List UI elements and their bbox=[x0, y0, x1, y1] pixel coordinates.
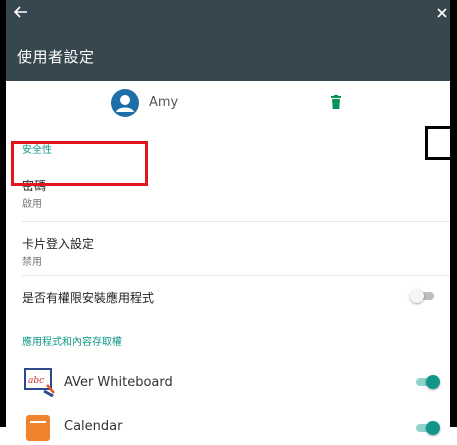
annotation-square bbox=[425, 126, 450, 160]
svg-text:abc: abc bbox=[28, 376, 44, 386]
divider bbox=[22, 275, 450, 276]
calendar-toggle[interactable] bbox=[414, 421, 440, 435]
close-icon[interactable] bbox=[437, 8, 447, 18]
right-frame-edge bbox=[450, 0, 457, 427]
app-bar: 使用者設定 bbox=[6, 0, 450, 81]
install-permission-title: 是否有權限安裝應用程式 bbox=[22, 291, 155, 305]
toggle-thumb bbox=[410, 289, 424, 303]
app-row-aver-whiteboard[interactable]: abc AVer Whiteboard bbox=[6, 365, 450, 401]
card-login-status: 禁用 bbox=[22, 257, 42, 268]
section-header-apps: 應用程式和內容存取權 bbox=[22, 337, 122, 348]
toggle-thumb bbox=[426, 375, 440, 389]
arrow-back-icon[interactable] bbox=[14, 6, 28, 18]
settings-content: Amy 安全性 密碼 啟用 卡片登入設定 禁用 是否有權限安裝應用程式 應用程式… bbox=[6, 81, 450, 441]
aver-whiteboard-toggle[interactable] bbox=[414, 375, 440, 389]
password-status: 啟用 bbox=[22, 199, 42, 210]
app-row-calendar[interactable]: Calendar bbox=[6, 409, 450, 445]
app-name: AVer Whiteboard bbox=[64, 375, 173, 390]
user-row: Amy bbox=[6, 81, 450, 123]
install-permission-row[interactable]: 是否有權限安裝應用程式 bbox=[6, 279, 450, 315]
calendar-icon bbox=[26, 415, 50, 441]
divider bbox=[22, 221, 450, 222]
trash-icon[interactable] bbox=[331, 95, 341, 109]
user-name: Amy bbox=[149, 95, 179, 110]
card-login-row[interactable]: 卡片登入設定 禁用 bbox=[6, 229, 450, 271]
install-permission-toggle[interactable] bbox=[410, 289, 436, 303]
page-title: 使用者設定 bbox=[17, 48, 95, 66]
account-circle-icon bbox=[111, 89, 139, 117]
card-login-title: 卡片登入設定 bbox=[22, 237, 95, 251]
highlight-box bbox=[11, 141, 148, 186]
aver-whiteboard-icon: abc bbox=[24, 368, 55, 397]
toggle-thumb bbox=[426, 421, 440, 435]
